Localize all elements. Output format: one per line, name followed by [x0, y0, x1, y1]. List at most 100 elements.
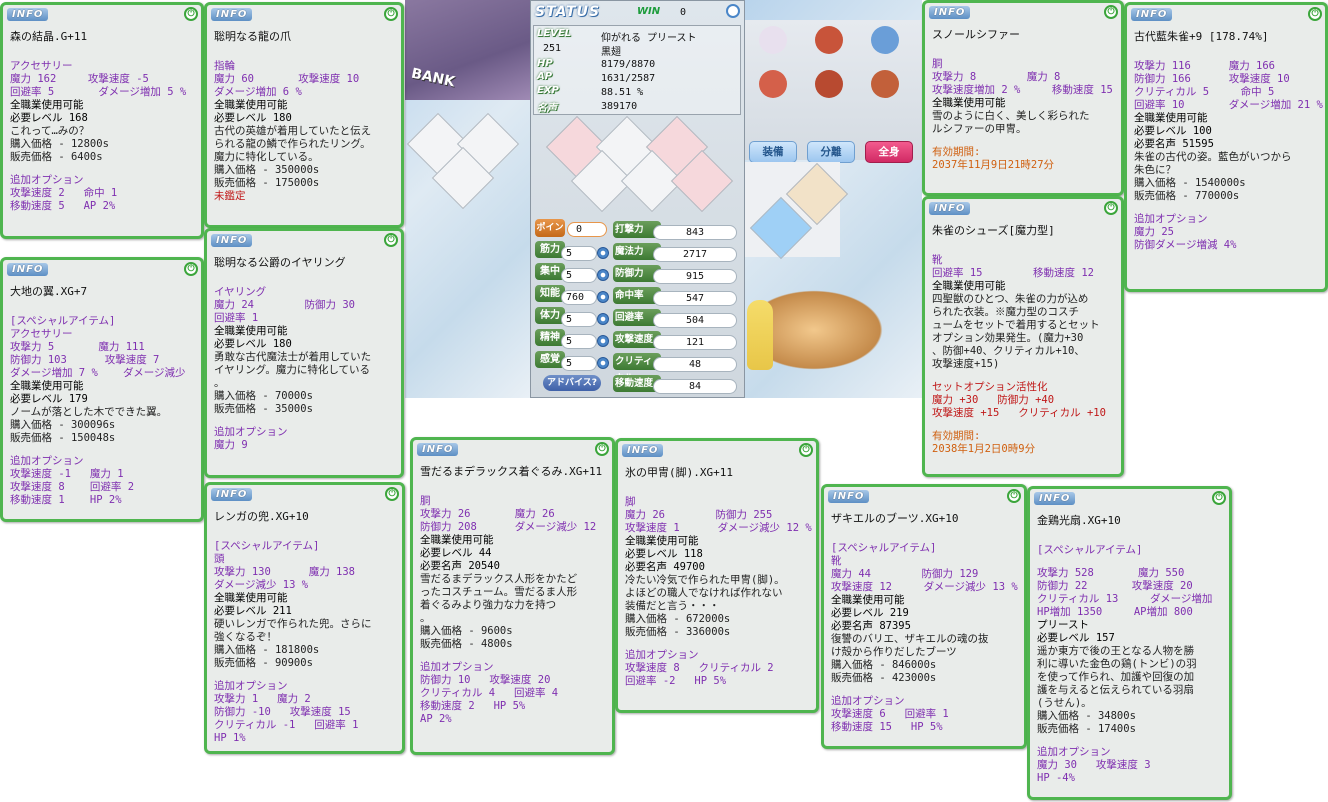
detail-line: AP 2%	[420, 713, 452, 725]
detail-line: 回避率 15 移動速度 12	[932, 267, 1095, 279]
stat-increase-button[interactable]	[597, 269, 609, 281]
info-window-2[interactable]: INFO ⏻ 聡明なる龍の爪 指輪 魔力 60 攻撃速度 10 ダメージ増加 6 % 全…	[204, 2, 404, 228]
detail-line: オプション効果発生。(魔力+30	[932, 332, 1084, 344]
detail-line: 必要名声 87395	[831, 620, 911, 632]
info-window-7[interactable]: INFO ⏻ 氷の甲冑(脚).XG+11 脚魔力 26 防御力 255 攻撃速度 1…	[615, 438, 819, 713]
item-name: 聡明なる公爵のイヤリング	[214, 256, 346, 269]
advice-button[interactable]: アドバイス?	[543, 375, 601, 391]
detail-line: 防御ダメージ増減 4%	[1134, 239, 1237, 251]
detail-line: 全職業使用可能	[10, 380, 84, 392]
detail-line: 販売価格 - 6400s	[10, 151, 103, 163]
power-icon[interactable]: ⏻	[595, 442, 609, 456]
info-window-3[interactable]: INFO ⏻ 大地の翼.XG+7 [スペシャルアイテム] アクセサリー 攻撃力 5 魔…	[0, 257, 204, 522]
detail-line: 必要レベル 180	[214, 338, 292, 350]
info-window-5[interactable]: INFO ⏻ レンガの兜.XG+10 [スペシャルアイテム] 頭攻撃力 130 魔力…	[204, 482, 405, 754]
detail-line: 魔力 24 防御力 30	[214, 299, 356, 311]
power-icon[interactable]	[726, 4, 740, 18]
power-icon[interactable]: ⏻	[1212, 491, 1226, 505]
quick-item-grid[interactable]	[406, 112, 522, 210]
info-window-10[interactable]: INFO ⏻ 朱雀のシューズ[魔力型] 靴回避率 15 移動速度 12 全職業使用可…	[922, 196, 1124, 477]
detail-line: 朱色に？	[1134, 164, 1176, 176]
item-name: 金鶏光扇.XG+10	[1037, 514, 1121, 527]
info-window-1[interactable]: INFO ⏻ 森の結晶.G+11 アクセサリー 魔力 162 攻撃速度 -5 回避率 …	[0, 2, 204, 239]
power-icon[interactable]: ⏻	[385, 487, 399, 501]
equip-slot-icon[interactable]	[759, 70, 787, 98]
info-window-8[interactable]: INFO ⏻ ザキエルのブーツ.XG+10 [スペシャルアイテム] 靴魔力 44 防…	[821, 484, 1027, 749]
equip-slot-icon[interactable]	[815, 26, 843, 54]
derived-stat: 回避率 504	[613, 309, 739, 328]
pet-slot-panel[interactable]	[745, 162, 849, 260]
player-character[interactable]	[747, 300, 773, 370]
detail-line: イヤリング。魔力に特化している	[214, 364, 371, 376]
detail-line: 必要名声 51595	[1134, 138, 1214, 150]
detail-line: アクセサリー	[10, 60, 73, 72]
detail-line: ダメージ増加 7 % ダメージ減少	[10, 367, 186, 379]
detail-line: 攻撃速度 1 ダメージ減少 12 %	[625, 522, 812, 534]
stat-increase-button[interactable]	[597, 291, 609, 303]
tab-all[interactable]: 全身	[865, 141, 913, 163]
tab-split[interactable]: 分離	[807, 141, 855, 163]
power-icon[interactable]: ⏻	[1007, 489, 1021, 503]
detail-line: け殻から作りだしたブーツ	[831, 646, 957, 658]
detail-line: 魔力 +30 防御力 +40	[932, 394, 1055, 406]
derived-value: 915	[653, 269, 737, 284]
status-window[interactable]: STATUS WIN 0 LEVEL 仰がれる プリースト 251 黒翅 HP …	[530, 0, 745, 398]
detail-line: 全職業使用可能	[625, 535, 699, 547]
detail-line: 。	[420, 612, 431, 624]
detail-line: 2037年11月9日21時27分	[932, 159, 1055, 171]
power-icon[interactable]: ⏻	[1104, 201, 1118, 215]
stat-increase-button[interactable]	[597, 335, 609, 347]
detail-line: 追加オプション	[831, 695, 905, 707]
item-details: 指輪 魔力 60 攻撃速度 10 ダメージ増加 6 % 全職業使用可能 必要レベル 18…	[207, 50, 401, 203]
power-icon[interactable]: ⏻	[184, 7, 198, 21]
detail-line: よほどの職人でなければ作れない	[625, 587, 783, 599]
stat-increase-button[interactable]	[597, 313, 609, 325]
detail-line: [スペシャルアイテム]	[831, 542, 937, 554]
power-icon[interactable]: ⏻	[1308, 7, 1322, 21]
info-window-4[interactable]: INFO ⏻ 聡明なる公爵のイヤリング イヤリング 魔力 24 防御力 30 回避率 …	[204, 228, 404, 478]
power-icon[interactable]: ⏻	[799, 443, 813, 457]
power-icon[interactable]: ⏻	[1104, 5, 1118, 19]
detail-line: 攻撃速度 12 ダメージ減少 13 %	[831, 581, 1018, 593]
points-value: 0	[567, 222, 607, 237]
info-label: INFO	[211, 488, 253, 501]
detail-line: 販売価格 - 17400s	[1037, 723, 1136, 735]
detail-line: 防御力 -10 攻撃速度 15	[214, 706, 351, 718]
info-window-12[interactable]: INFO ⏻ 金鶏光扇.XG+10 [スペシャルアイテム] 攻撃力 528 魔力 5…	[1027, 486, 1232, 800]
info-window-11[interactable]: INFO ⏻ 古代藍朱雀+9 [178.74%] 攻撃力 116 魔力 166 防御…	[1124, 2, 1328, 292]
tab-equip[interactable]: 装備	[749, 141, 797, 163]
info-window-6[interactable]: INFO ⏻ 雪だるまデラックス着ぐるみ.XG+11 胴攻撃力 26 魔力 26 防…	[410, 437, 615, 755]
equipment-window[interactable]: 装備 分離 全身	[745, 20, 922, 163]
item-name: 朱雀のシューズ[魔力型]	[932, 224, 1055, 237]
win-count: 0	[680, 7, 687, 18]
detail-line: セットオプション活性化	[932, 381, 1048, 393]
power-icon[interactable]: ⏻	[384, 233, 398, 247]
stat-value: 5	[561, 246, 597, 261]
equip-slot-icon[interactable]	[871, 26, 899, 54]
equip-slot-icon[interactable]	[871, 70, 899, 98]
stat-increase-button[interactable]	[597, 357, 609, 369]
derived-stat: 打撃力 843	[613, 221, 739, 240]
detail-line: 移動速度 5 AP 2%	[10, 200, 116, 212]
level-value: 251	[543, 43, 562, 54]
character-wings	[762, 285, 892, 375]
power-icon[interactable]: ⏻	[384, 7, 398, 21]
equipment-slot-grid[interactable]	[531, 115, 744, 213]
equip-slot-icon[interactable]	[815, 70, 843, 98]
stat-increase-button[interactable]	[597, 247, 609, 259]
power-icon[interactable]: ⏻	[184, 262, 198, 276]
detail-line: 着ぐるみより強力な力を持つ	[420, 599, 557, 611]
equip-slot-icon[interactable]	[759, 26, 787, 54]
info-window-9[interactable]: INFO ⏻ スノールシファー 胴攻撃力 8 魔力 8 攻撃速度増加 2 % 移動速…	[922, 0, 1124, 196]
detail-line: 攻撃力 528 魔力 550	[1037, 567, 1185, 579]
detail-line: 全職業使用可能	[831, 594, 905, 606]
